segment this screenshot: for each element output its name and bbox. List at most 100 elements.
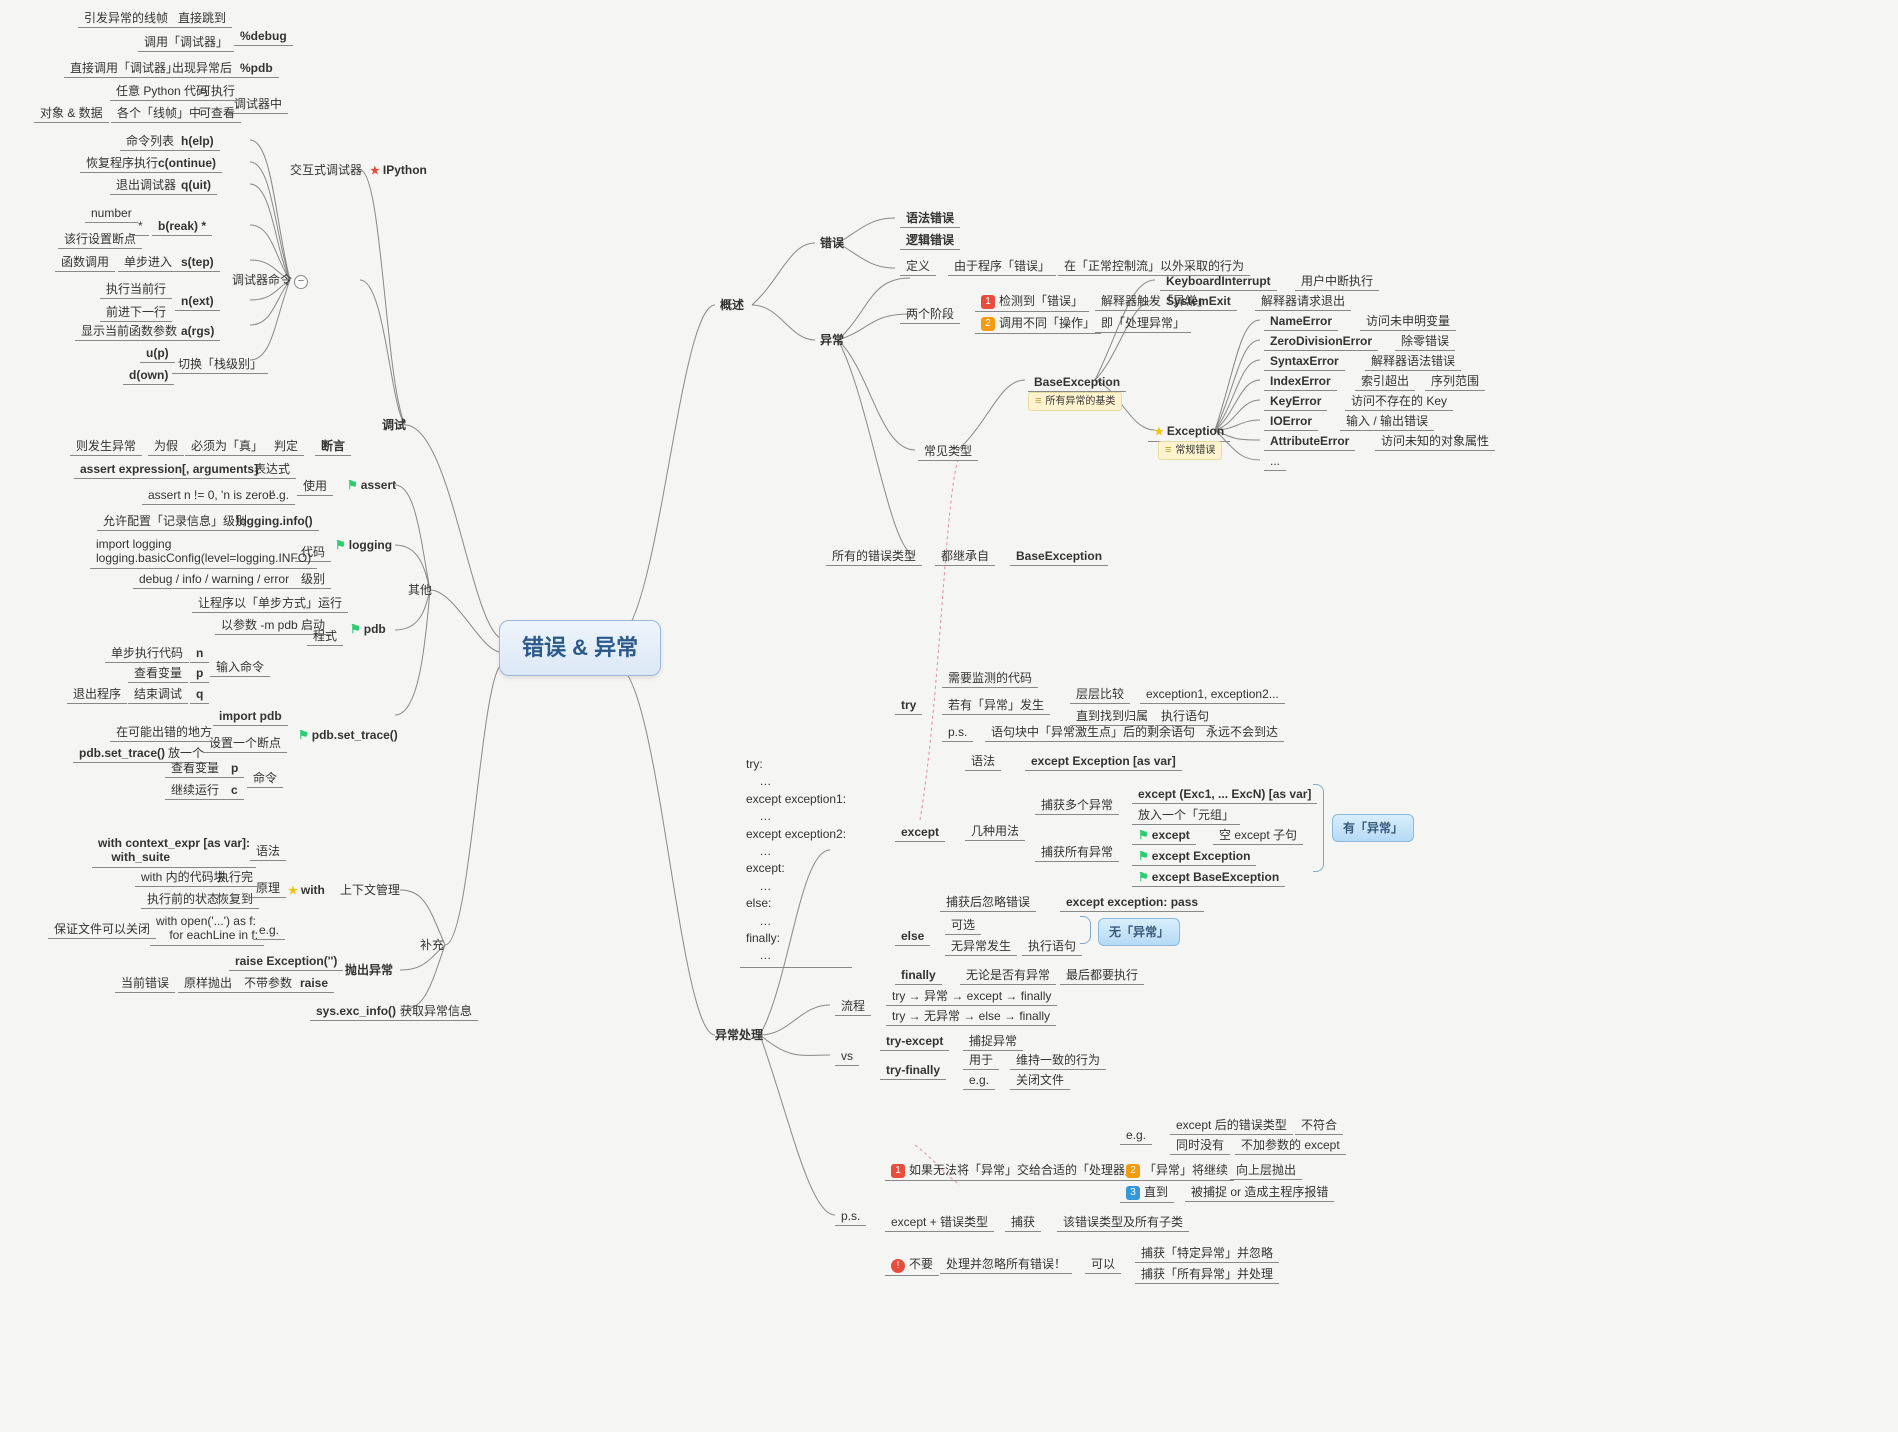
note-base: 所有异常的基类 — [1028, 392, 1122, 411]
leaf: 调用「调试器」 — [138, 34, 234, 52]
topic-flow[interactable]: 流程 — [835, 998, 871, 1016]
leaf: 即「处理异常」 — [1095, 315, 1191, 333]
leaf: import pdb — [213, 708, 288, 726]
leaf: 直接跳到 — [172, 10, 232, 28]
branch-overview[interactable]: 概述 — [720, 298, 744, 312]
leaf: 执行当前行 — [100, 281, 172, 299]
topic-baseexception[interactable]: BaseException — [1028, 374, 1126, 392]
topic-try[interactable]: try — [895, 697, 922, 715]
topic-ps[interactable]: p.s. — [835, 1208, 866, 1226]
branch-supplement[interactable]: 补充 — [420, 938, 444, 952]
note-exc: 常规错误 — [1158, 441, 1222, 460]
leaf: 处理并忽略所有错误！ — [940, 1256, 1072, 1274]
collapse-toggle-1[interactable] — [294, 273, 311, 289]
leaf: except Exception [as var] — [1025, 753, 1182, 771]
callout-no-exception: 无「异常」 — [1098, 918, 1180, 946]
leaf: IOError — [1264, 413, 1318, 431]
leaf: 单步执行代码 — [105, 645, 189, 663]
topic-settrace[interactable]: pdb.set_trace() — [298, 728, 398, 742]
leaf: IndexError — [1264, 373, 1337, 391]
topic-else[interactable]: else — [895, 928, 930, 946]
leaf: 原样抛出 — [178, 975, 238, 993]
cmd-help: h(elp) — [175, 133, 220, 151]
leaf: 逻辑错误 — [900, 232, 960, 250]
topic-ipython[interactable]: IPython — [370, 163, 427, 178]
leaf: 保证文件可以关闭 — [48, 921, 156, 939]
topic-vs[interactable]: vs — [835, 1048, 859, 1066]
topic-context-manager[interactable]: 上下文管理 — [340, 883, 400, 897]
leaf: 解释器请求退出 — [1255, 293, 1351, 311]
leaf: 两个阶段 — [900, 306, 960, 324]
branch-other[interactable]: 其他 — [408, 583, 432, 597]
topic-finally[interactable]: finally — [895, 967, 942, 985]
topic-assert[interactable]: assert — [347, 478, 396, 492]
brace-icon — [1080, 916, 1091, 944]
topic-with[interactable]: with — [288, 883, 325, 898]
cmd-down: d(own) — [123, 367, 174, 385]
leaf: 显示当前函数参数 — [75, 323, 183, 341]
topic-interactive-debugger[interactable]: 交互式调试器 — [290, 163, 362, 177]
leaf: 访问未申明变量 — [1360, 313, 1456, 331]
leaf: 不符合 — [1295, 1117, 1343, 1135]
leaf: 3直到 — [1120, 1184, 1174, 1203]
leaf: 当前错误 — [115, 975, 175, 993]
leaf: 前进下一行 — [100, 304, 172, 322]
leaf: 引发异常的线帧 — [78, 10, 174, 28]
leaf: 则发生异常 — [70, 438, 142, 456]
leaf: p — [190, 665, 209, 683]
leaf: SyntaxError — [1264, 353, 1345, 371]
leaf: 可以 — [1085, 1256, 1121, 1274]
leaf: 该错误类型及所有子类 — [1057, 1214, 1189, 1232]
leaf: except — [1132, 827, 1196, 845]
leaf: 切换「栈级别」 — [172, 356, 268, 374]
leaf: 函数调用 — [55, 254, 115, 272]
topic-pdebug[interactable]: %debug — [234, 28, 293, 46]
leaf: 执行语句 — [1022, 938, 1082, 956]
leaf: raise — [294, 975, 334, 993]
leaf: c — [225, 782, 244, 800]
topic-raise[interactable]: 抛出异常 — [345, 963, 393, 977]
branch-exception-handling[interactable]: 异常处理 — [715, 1028, 763, 1042]
topic-error[interactable]: 错误 — [820, 236, 844, 250]
topic-ppdb[interactable]: %pdb — [234, 60, 279, 78]
leaf: e.g. — [963, 1072, 995, 1090]
leaf: 定义 — [900, 258, 936, 276]
topic-logging[interactable]: logging — [335, 538, 392, 552]
cmd-step: s(tep) — [175, 254, 220, 272]
leaf: except 后的错误类型 — [1170, 1117, 1293, 1135]
leaf: 层层比较 — [1070, 686, 1130, 704]
leaf: SystemExit — [1160, 293, 1237, 311]
branch-debug[interactable]: 调试 — [382, 418, 406, 432]
topic-sys-exc-info[interactable]: sys.exc_info() — [310, 1003, 402, 1021]
topic-exception[interactable]: 异常 — [820, 333, 844, 347]
topic-pdb[interactable]: pdb — [350, 622, 386, 636]
leaf: 语法 — [965, 753, 1001, 771]
topic-debugger-commands[interactable]: 调试器命令 — [232, 273, 292, 287]
leaf: 程式 — [307, 628, 343, 646]
leaf: except BaseException — [1132, 869, 1285, 887]
callout-has-exception: 有「异常」 — [1332, 814, 1414, 842]
leaf: number — [85, 205, 138, 223]
leaf: 执行完 — [211, 869, 259, 887]
leaf: 捕获后忽略错误 — [940, 894, 1036, 912]
leaf: try-finally — [880, 1062, 946, 1080]
leaf: except exception: pass — [1060, 894, 1204, 912]
leaf: NameError — [1264, 313, 1338, 331]
leaf: 访问不存在的 Key — [1345, 393, 1453, 411]
leaf: 查看变量 — [165, 760, 225, 778]
leaf: 维持一致的行为 — [1010, 1052, 1106, 1070]
leaf: 命令列表 — [120, 133, 180, 151]
leaf: p.s. — [942, 724, 973, 742]
topic-exc-class[interactable]: Exception — [1148, 423, 1230, 442]
leaf: KeyboardInterrupt — [1160, 273, 1277, 291]
leaf: 空 except 子句 — [1213, 827, 1303, 845]
topic-except[interactable]: except — [895, 824, 945, 842]
leaf: 捕获「所有异常」并处理 — [1135, 1266, 1279, 1284]
leaf: 捕获「特定异常」并忽略 — [1135, 1245, 1279, 1263]
leaf: 可查看 — [193, 105, 241, 123]
leaf: 语句块中「异常激生点」后的剩余语句 — [985, 724, 1201, 742]
leaf: 2调用不同「操作」 — [975, 315, 1101, 334]
root-topic[interactable]: 错误 & 异常 — [499, 620, 661, 676]
leaf: try → 无异常 → else → finally — [886, 1008, 1056, 1026]
leaf: 无异常发生 — [945, 938, 1017, 956]
